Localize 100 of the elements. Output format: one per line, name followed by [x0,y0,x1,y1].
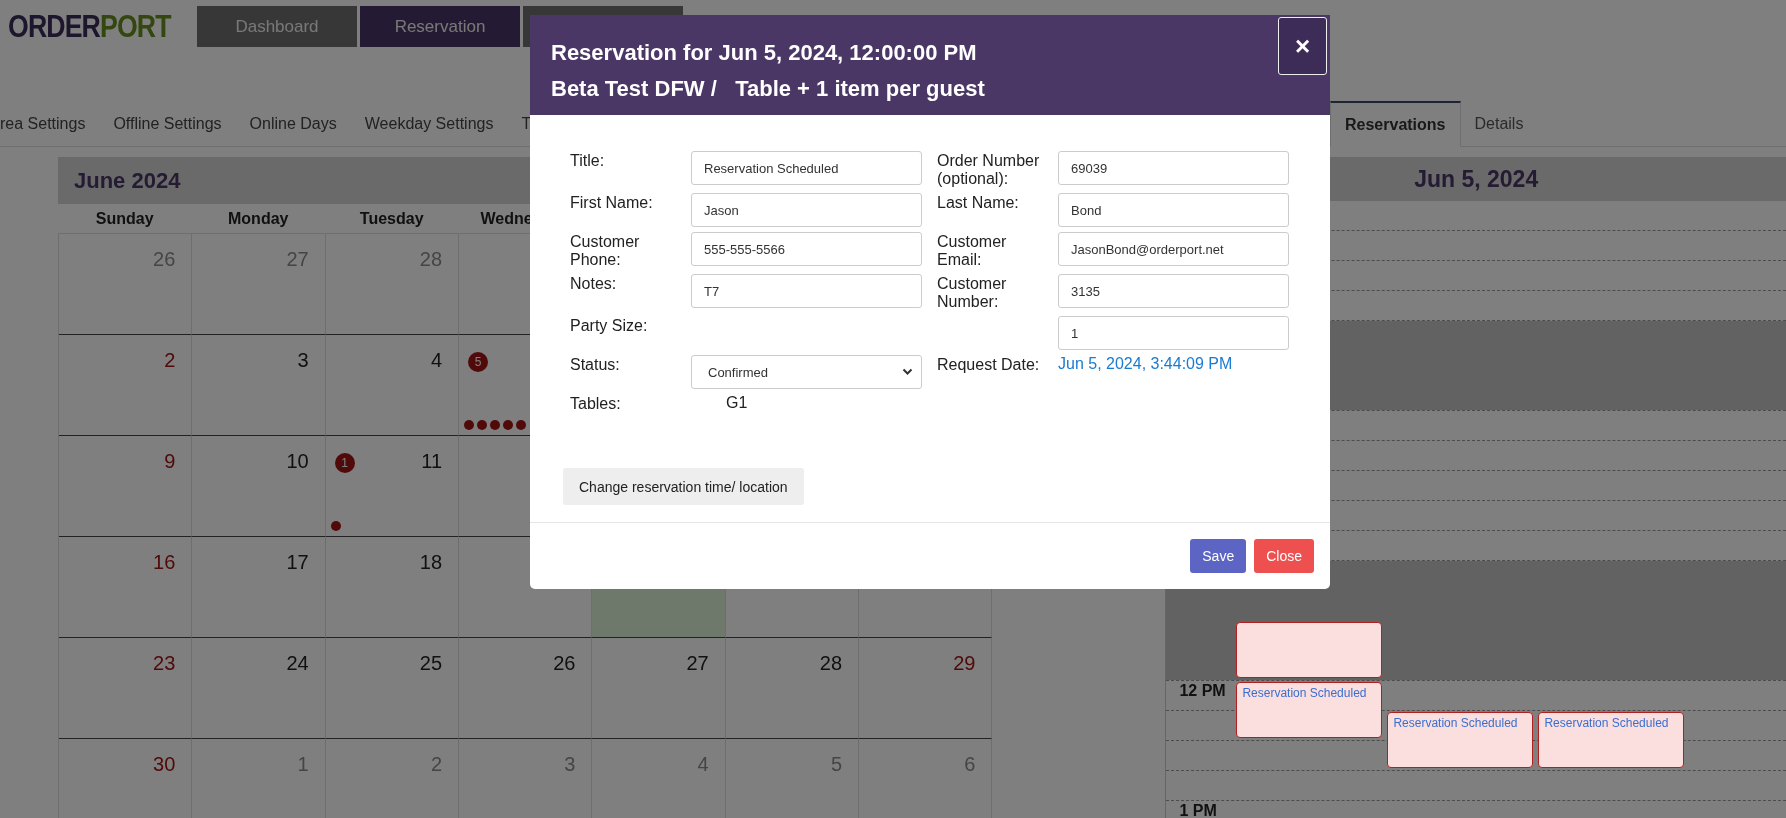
settings-tab[interactable]: Offline Settings [99,114,236,133]
day-number: 26 [153,248,176,271]
day-number: 11 [421,450,443,473]
field-label: Notes: [570,275,617,292]
day-number: 30 [153,753,176,776]
panel-tab[interactable]: Details [1460,101,1538,147]
day-cell[interactable]: 2 [325,739,460,818]
settings-tab[interactable]: rea Settings [0,114,100,133]
day-cell[interactable]: 6 [859,739,993,818]
day-cell[interactable]: 3 [192,335,326,436]
dialog-subtitle: Beta Test DFW / Table + 1 item per guest [551,75,985,103]
day-cell[interactable]: 4 [325,335,460,436]
day-cell[interactable]: 17 [192,537,326,638]
day-number: 23 [153,652,176,675]
day-number: 16 [153,551,176,574]
event-dot [516,420,527,430]
input-field[interactable]: Jason [691,193,922,227]
day-cell[interactable]: 28 [725,638,860,739]
nav-button[interactable]: Reservation [360,6,520,47]
day-cell[interactable]: 27 [592,638,726,739]
reservation-block[interactable]: Reservation Scheduled [1236,682,1383,738]
input-field[interactable]: 69039 [1058,151,1289,185]
weekday-label: Sunday [95,209,154,228]
day-cell[interactable]: 16 [59,537,193,638]
weekday-label: Wedne [480,209,533,228]
day-cell[interactable]: 24 [192,638,326,739]
reservation-block[interactable] [1236,622,1383,678]
day-number: 24 [286,652,309,675]
day-number: 27 [286,248,309,271]
day-cell[interactable]: 26 [459,638,593,739]
chevron-icon [902,368,913,376]
field-label: Customer Email: [937,233,1007,268]
day-cell[interactable]: 28 [325,234,460,335]
day-cell[interactable]: 9 [59,436,193,537]
count-badge: 5 [468,352,489,372]
input-field[interactable]: 555-555-5566 [691,232,922,266]
weekday-label: Tuesday [359,209,424,228]
status-select[interactable]: Confirmed [691,355,922,389]
day-number: 27 [686,652,709,675]
day-cell[interactable]: 29 [859,638,993,739]
field-label: Party Size: [570,317,648,334]
day-cell[interactable]: 1 [192,739,326,818]
field-label: Customer Number: [937,275,1007,310]
nav-button[interactable]: Dashboard [197,6,357,47]
reservation-block[interactable]: Reservation Scheduled [1538,712,1685,768]
settings-tab[interactable]: Online Days [235,114,351,133]
input-field[interactable]: T7 [691,274,922,308]
field-label: First Name: [570,194,653,211]
day-number: 2 [430,753,443,776]
input-field[interactable]: JasonBond@orderport.net [1058,232,1289,266]
day-number: 29 [953,652,976,675]
input-field[interactable]: Reservation Scheduled [691,151,922,185]
month-title: June 2024 [74,167,181,194]
reservation-block[interactable]: Reservation Scheduled [1387,712,1534,768]
day-cell[interactable]: 25 [325,638,460,739]
day-number: 3 [564,753,576,776]
settings-tab[interactable]: Weekday Settings [350,114,508,133]
day-cell[interactable]: 26 [59,234,193,335]
day-number: 18 [419,551,443,574]
day-cell[interactable]: 10 [192,436,326,537]
day-cell[interactable]: 5 [725,739,860,818]
day-title: Jun 5, 2024 [1414,165,1539,193]
field-label: Last Name: [937,194,1019,211]
input-field[interactable]: 1 [1058,316,1289,350]
request-date: Jun 5, 2024, 3:44:09 PM [1058,355,1233,373]
dialog-title: Reservation for Jun 5, 2024, 12:00:00 PM [551,39,977,67]
event-dot [490,420,501,430]
day-number: 3 [297,349,309,372]
event-dot [477,420,488,430]
day-number: 4 [697,753,709,776]
day-cell[interactable]: 4 [592,739,726,818]
logo-text: ORDERPORT [8,9,171,45]
day-cell[interactable]: 18 [325,537,460,638]
input-field[interactable]: Bond [1058,193,1289,227]
panel-tab[interactable]: Reservations [1330,101,1461,147]
day-number: 26 [553,652,576,675]
day-number: 9 [164,450,176,473]
time-label: 1 PM [1179,802,1217,818]
save-button[interactable]: Save [1190,539,1247,573]
event-dot [464,420,475,430]
day-cell[interactable]: 3 [459,739,593,818]
day-number: 1 [297,753,309,776]
input-field[interactable]: 3135 [1058,274,1289,308]
event-dot [330,521,341,531]
tables-value: G1 [725,394,748,412]
day-number: 2 [164,349,176,372]
day-cell[interactable]: 2 [59,335,193,436]
day-cell[interactable]: 30 [59,739,193,818]
day-cell[interactable]: 1 11 [325,436,460,537]
day-cell[interactable]: 23 [59,638,193,739]
day-cell[interactable]: 27 [192,234,326,335]
day-number: 10 [286,450,309,473]
change-time-button[interactable]: Change reservation time/ location [563,468,804,505]
field-label: Request Date: [937,356,1040,373]
close-button[interactable]: Close [1254,539,1314,573]
field-label: Title: [570,152,605,169]
day-number: 17 [286,551,309,574]
day-number: 28 [419,248,443,271]
count-badge: 1 [334,453,355,473]
close-button[interactable]: × [1278,17,1327,75]
